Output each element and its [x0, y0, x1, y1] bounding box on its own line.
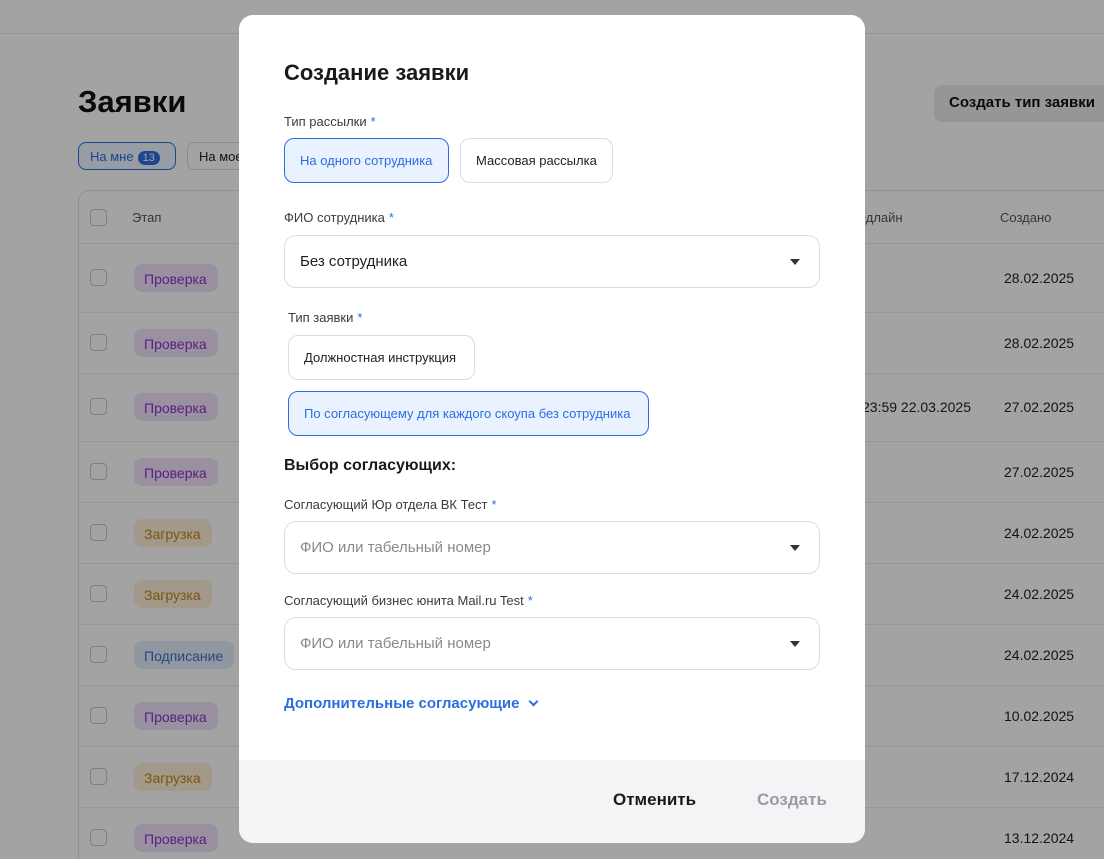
approvers-section-title: Выбор согласующих: — [284, 457, 457, 474]
legal-approver-select[interactable]: ФИО или табельный номер — [284, 521, 820, 574]
request-type-label: Тип заявки * — [288, 310, 362, 325]
required-marker: * — [527, 593, 533, 608]
employee-label: ФИО сотрудника * — [284, 210, 394, 225]
option-per-scope-approver[interactable]: По согласующему для каждого скоупа без с… — [288, 391, 649, 436]
option-job-description[interactable]: Должностная инструкция — [288, 335, 475, 380]
business-approver-label-text: Согласующий бизнес юнита Mail.ru Test — [284, 593, 524, 608]
legal-approver-label: Согласующий Юр отдела ВК Тест * — [284, 497, 497, 512]
chevron-down-icon — [529, 696, 539, 707]
chevron-down-icon — [790, 641, 800, 647]
required-marker: * — [370, 114, 376, 129]
required-marker: * — [388, 210, 394, 225]
mailing-type-label: Тип рассылки * — [284, 114, 376, 129]
legal-approver-placeholder: ФИО или табельный номер — [300, 539, 491, 556]
employee-select-value: Без сотрудника — [300, 253, 408, 270]
business-approver-select[interactable]: ФИО или табельный номер — [284, 617, 820, 670]
employee-label-text: ФИО сотрудника — [284, 210, 385, 225]
legal-approver-label-text: Согласующий Юр отдела ВК Тест — [284, 497, 488, 512]
modal-title: Создание заявки — [284, 60, 470, 85]
business-approver-placeholder: ФИО или табельный номер — [300, 635, 491, 652]
option-single-employee[interactable]: На одного сотрудника — [284, 138, 449, 183]
create-button[interactable]: Создать — [757, 790, 827, 810]
required-marker: * — [491, 497, 497, 512]
additional-approvers-label: Дополнительные согласующие — [284, 695, 520, 712]
chevron-down-icon — [790, 259, 800, 265]
additional-approvers-toggle[interactable]: Дополнительные согласующие — [284, 695, 539, 712]
employee-select[interactable]: Без сотрудника — [284, 235, 820, 288]
request-type-label-text: Тип заявки — [288, 310, 354, 325]
create-request-modal: Создание заявки Тип рассылки * На одного … — [239, 15, 865, 843]
option-mass-mailing[interactable]: Массовая рассылка — [460, 138, 613, 183]
cancel-button[interactable]: Отменить — [613, 790, 696, 810]
modal-footer: Отменить Создать — [239, 760, 865, 843]
required-marker: * — [357, 310, 363, 325]
business-approver-label: Согласующий бизнес юнита Mail.ru Test * — [284, 593, 533, 608]
chevron-down-icon — [790, 545, 800, 551]
mailing-type-label-text: Тип рассылки — [284, 114, 367, 129]
